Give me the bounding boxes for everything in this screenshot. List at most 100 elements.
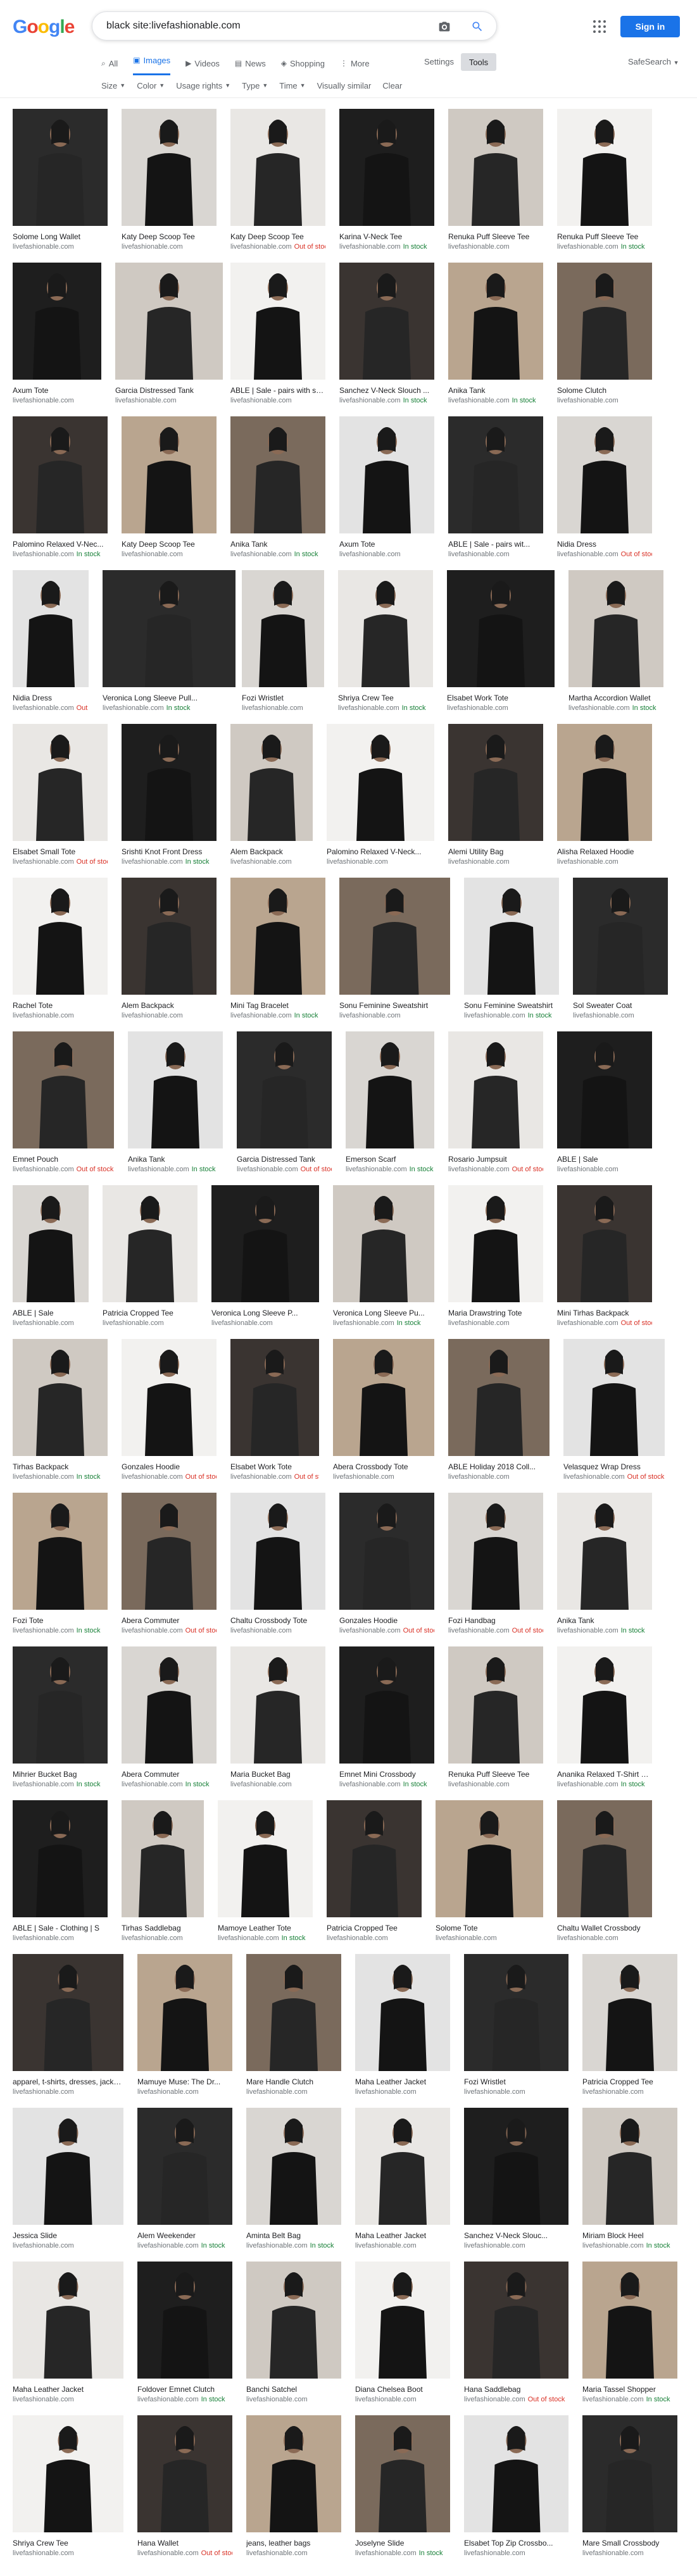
result-source[interactable]: livefashionable.com — [246, 2549, 341, 2557]
result-source[interactable]: livefashionable.com — [355, 2088, 450, 2096]
image-result[interactable]: Joselyne Slide livefashionable.com In stoc… — [355, 2415, 450, 2564]
result-thumbnail[interactable] — [448, 1185, 543, 1302]
result-title[interactable]: Patricia Cropped Tee — [103, 1309, 198, 1317]
image-result[interactable]: Gonzales Hoodie livefashionable.com Out of… — [339, 1493, 434, 1641]
result-title[interactable]: Diana Chelsea Boot — [355, 2385, 450, 2394]
image-result[interactable]: Elsabet Top Zip Crossbo... livefashionabl… — [464, 2415, 568, 2564]
result-title[interactable]: Aminta Belt Bag — [246, 2231, 341, 2240]
result-thumbnail[interactable] — [230, 1493, 325, 1610]
result-source[interactable]: livefashionable.comOut of stock — [13, 858, 108, 866]
result-thumbnail[interactable] — [13, 109, 108, 226]
result-thumbnail[interactable] — [237, 1031, 332, 1148]
image-result[interactable]: Solome Long Wallet livefashionable.com — [13, 109, 108, 258]
result-source[interactable]: livefashionable.com In stock — [246, 2242, 341, 2249]
image-result[interactable]: Veronica Long Sleeve P... livefashionable… — [211, 1185, 319, 1334]
result-title[interactable]: Elsabet Work Tote — [447, 694, 555, 702]
result-source[interactable]: livefashionable.com — [327, 858, 434, 866]
image-result[interactable]: Karina V-Neck Tee livefashionable.com In s… — [339, 109, 434, 258]
result-title[interactable]: Abera Crossbody Tote — [333, 1462, 434, 1471]
result-title[interactable]: Shriya Crew Tee — [13, 2539, 123, 2548]
result-thumbnail[interactable] — [230, 416, 325, 533]
result-title[interactable]: Alemi Utility Bag — [448, 847, 543, 856]
image-result[interactable]: Katy Deep Scoop Tee livefashionable.com — [122, 109, 217, 258]
result-title[interactable]: Solome Long Wallet — [13, 232, 108, 241]
result-title[interactable]: Maha Leather Jacket — [13, 2385, 123, 2394]
image-result[interactable]: ABLE | Sale - pairs wit... livefashionabl… — [448, 416, 543, 565]
result-thumbnail[interactable] — [13, 1339, 108, 1456]
result-source[interactable]: livefashionable.com In stock — [339, 397, 434, 404]
result-title[interactable]: Gonzales Hoodie — [122, 1462, 217, 1471]
image-result[interactable]: Fozi Wristlet livefashionable.com — [464, 1954, 568, 2103]
result-thumbnail[interactable] — [557, 1800, 652, 1917]
result-title[interactable]: Foldover Emnet Clutch — [137, 2385, 232, 2394]
result-title[interactable]: Chaltu Wallet Crossbody — [557, 1924, 652, 1932]
image-result[interactable]: Patricia Cropped Tee livefashionable.com — [327, 1800, 422, 1949]
image-result[interactable]: Veronica Long Sleeve Pu... livefashionabl… — [333, 1185, 434, 1334]
result-thumbnail[interactable] — [13, 570, 89, 687]
result-title[interactable]: ABLE | Sale - Clothing | S — [13, 1924, 108, 1932]
tab-images[interactable]: ▣ Images — [133, 56, 171, 75]
result-thumbnail[interactable] — [230, 109, 325, 226]
result-source[interactable]: livefashionable.com In stock — [346, 1166, 434, 1173]
result-title[interactable]: Elsabet Work Tote — [230, 1462, 319, 1471]
image-result[interactable]: Rosario Jumpsuit livefashionable.com Out o… — [448, 1031, 543, 1180]
result-thumbnail[interactable] — [339, 1493, 434, 1610]
result-title[interactable]: Nidia Dress — [13, 694, 89, 702]
image-result[interactable]: Mini Tirhas Backpack livefashionable.com O… — [557, 1185, 652, 1334]
result-thumbnail[interactable] — [13, 2415, 123, 2532]
image-result[interactable]: Jessica Slide livefashionable.com — [13, 2108, 123, 2256]
result-thumbnail[interactable] — [464, 878, 559, 995]
result-title[interactable]: Emnet Mini Crossbody — [339, 1770, 434, 1779]
result-thumbnail[interactable] — [557, 1031, 652, 1148]
image-result[interactable]: Palomino Relaxed V-Neck... livefashionabl… — [327, 724, 434, 873]
result-thumbnail[interactable] — [327, 1800, 422, 1917]
result-thumbnail[interactable] — [448, 1339, 549, 1456]
result-thumbnail[interactable] — [13, 1493, 108, 1610]
image-result[interactable]: Elsabet Small Tote livefashionable.com Out… — [13, 724, 108, 873]
result-title[interactable]: Anika Tank — [448, 386, 543, 395]
result-source[interactable]: livefashionable.com — [103, 1319, 198, 1327]
result-title[interactable]: Maria Bucket Bag — [230, 1770, 325, 1779]
result-source[interactable]: livefashionable.com — [230, 1627, 325, 1634]
result-title[interactable]: Maha Leather Jacket — [355, 2077, 450, 2086]
result-thumbnail[interactable] — [122, 1493, 217, 1610]
result-source[interactable]: livefashionable.com — [122, 551, 217, 558]
result-thumbnail[interactable] — [346, 1031, 434, 1148]
result-thumbnail[interactable] — [211, 1185, 319, 1302]
result-title[interactable]: ABLE | Sale — [557, 1155, 652, 1164]
result-title[interactable]: Fozi Tote — [13, 1616, 108, 1625]
result-title[interactable]: Alem Backpack — [230, 847, 313, 856]
result-source[interactable]: livefashionable.com In stock — [338, 704, 433, 712]
result-title[interactable]: Fozi Wristlet — [242, 694, 324, 702]
result-source[interactable]: livefashionable.com — [13, 243, 108, 251]
image-result[interactable]: ABLE | Sale - pairs with se... livefashio… — [230, 263, 325, 411]
result-thumbnail[interactable] — [339, 878, 450, 995]
result-source[interactable]: livefashionable.com — [13, 2088, 123, 2096]
result-source[interactable]: livefashionable.com In stock — [137, 2242, 232, 2249]
image-result[interactable]: Mini Tag Bracelet livefashionable.com In s… — [230, 878, 325, 1026]
result-title[interactable]: Maria Tassel Shopper — [582, 2385, 677, 2394]
result-thumbnail[interactable] — [230, 263, 325, 380]
image-result[interactable]: ABLE Holiday 2018 Coll... livefashionable… — [448, 1339, 549, 1488]
image-result[interactable]: Renuka Puff Sleeve Tee livefashionable.co… — [557, 109, 652, 258]
result-thumbnail[interactable] — [103, 1185, 198, 1302]
result-thumbnail[interactable] — [137, 1954, 232, 2071]
result-source[interactable]: livefashionable.com In stock — [103, 704, 235, 712]
image-result[interactable]: Axum Tote livefashionable.com — [13, 263, 101, 411]
result-thumbnail[interactable] — [122, 878, 217, 995]
result-source[interactable]: livefashionable.com — [13, 2242, 123, 2249]
result-title[interactable]: apparel, t-shirts, dresses, jacket... — [13, 2077, 123, 2086]
result-thumbnail[interactable] — [13, 1185, 89, 1302]
result-source[interactable]: livefashionable.com In stock — [557, 1781, 652, 1788]
result-source[interactable]: livefashionable.com — [230, 1781, 325, 1788]
result-source[interactable]: livefashionable.com In stock — [448, 397, 543, 404]
result-title[interactable]: Sol Sweater Coat — [573, 1001, 668, 1010]
image-result[interactable]: Maha Leather Jacket livefashionable.com — [355, 2108, 450, 2256]
result-thumbnail[interactable] — [13, 1954, 123, 2071]
image-result[interactable]: Sanchez V-Neck Slouc... livefashionable.c… — [464, 2108, 568, 2256]
result-thumbnail[interactable] — [246, 1954, 341, 2071]
result-thumbnail[interactable] — [448, 416, 543, 533]
result-thumbnail[interactable] — [246, 2415, 341, 2532]
image-result[interactable]: Garcia Distressed Tank livefashionable.co… — [115, 263, 223, 411]
filter-visually-similar[interactable]: Visually similar — [317, 79, 372, 92]
